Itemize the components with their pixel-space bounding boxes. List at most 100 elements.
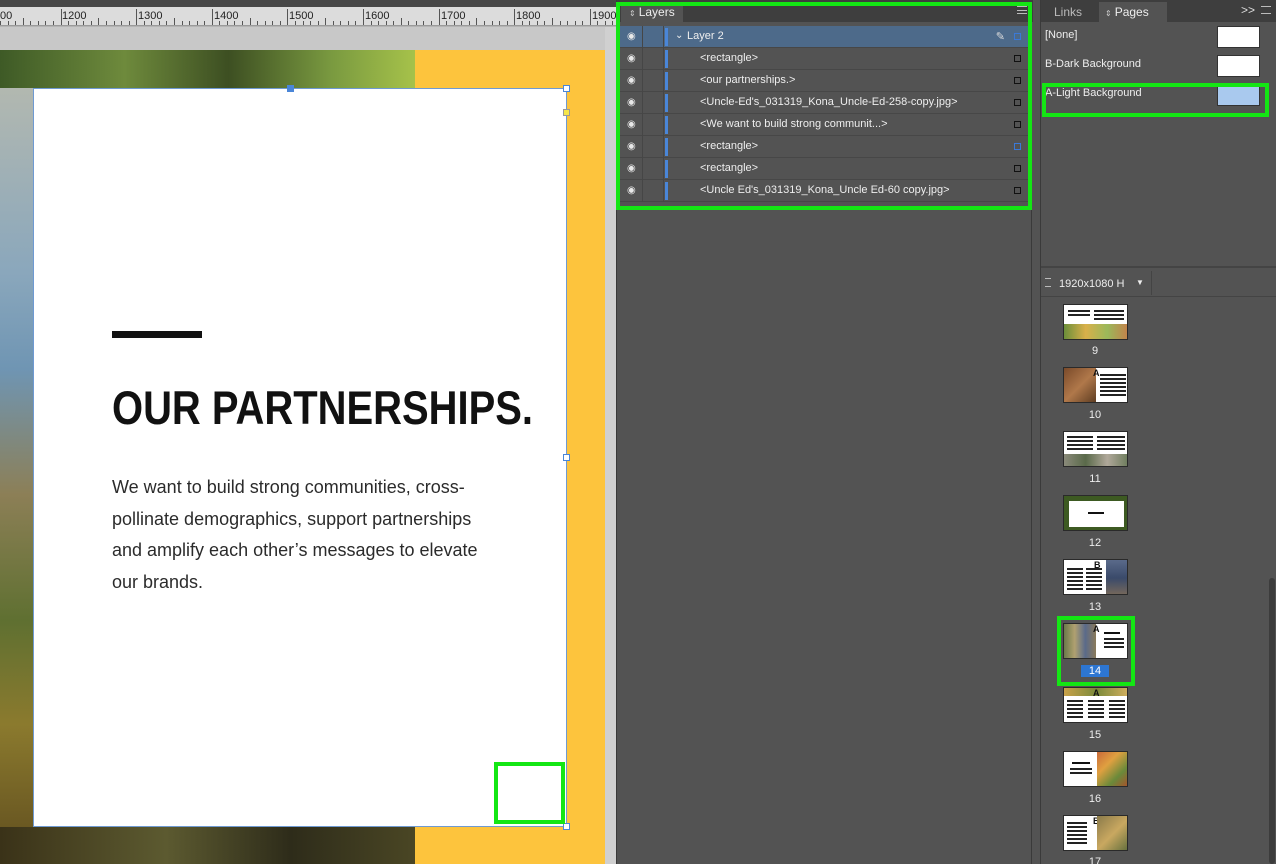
- panel-menu-icon[interactable]: [1017, 6, 1027, 14]
- ruler-tick: [325, 18, 326, 25]
- right-tab-bar: Links ⇕ Pages >>: [1041, 0, 1276, 22]
- page-thumbnail-12[interactable]: [1063, 495, 1128, 531]
- ruler-tick: [484, 21, 485, 25]
- ruler-tick: [355, 21, 356, 25]
- selection-handle[interactable]: [563, 823, 570, 830]
- ruler-tick: [189, 21, 190, 25]
- selection-square-icon[interactable]: [1014, 77, 1021, 84]
- ruler-tick: [492, 21, 493, 25]
- ruler-tick: [469, 21, 470, 25]
- master-letter: A: [1093, 688, 1100, 698]
- selection-handle[interactable]: [287, 85, 294, 92]
- layer-row[interactable]: ◉ <Uncle Ed's_031319_Kona_Uncle Ed-60 co…: [619, 180, 1029, 202]
- page-size-label[interactable]: 1920x1080 H: [1059, 278, 1124, 290]
- selection-handle[interactable]: [563, 454, 570, 461]
- selection-square-icon[interactable]: [1014, 143, 1021, 150]
- eye-icon[interactable]: ◉: [627, 76, 639, 86]
- master-none[interactable]: [None]: [1041, 26, 1276, 52]
- ruler-tick: [340, 21, 341, 25]
- ruler-tick: [182, 21, 183, 25]
- ruler-tick: [605, 21, 606, 25]
- chevron-down-icon[interactable]: ▼: [1136, 278, 1144, 287]
- eye-icon[interactable]: ◉: [627, 32, 639, 42]
- master-thumbnail[interactable]: [1217, 84, 1260, 106]
- tab-layers-label: Layers: [638, 5, 675, 19]
- ruler-tick: [476, 18, 477, 25]
- ruler-tick: [159, 21, 160, 25]
- tab-sort-icon: ⇕: [629, 9, 636, 18]
- canvas-edge: [605, 27, 616, 864]
- layer-row[interactable]: ◉ <rectangle>: [619, 158, 1029, 180]
- ruler-tick: [265, 21, 266, 25]
- master-a-light-background[interactable]: A-Light Background: [1041, 84, 1276, 110]
- layer-row[interactable]: ◉ <our partnerships.>: [619, 70, 1029, 92]
- ruler-tick: [106, 21, 107, 25]
- headline-text[interactable]: OUR PARTNERSHIPS.: [112, 380, 533, 435]
- tab-links[interactable]: Links: [1047, 2, 1099, 22]
- document-canvas[interactable]: 00 1200 1300 1400 1500 1600 1700 1800 19…: [0, 0, 616, 864]
- column-divider: [663, 26, 664, 48]
- selection-square-icon[interactable]: [1014, 55, 1021, 62]
- ruler-tick: [560, 21, 561, 25]
- eye-icon[interactable]: ◉: [627, 142, 639, 152]
- page-thumbnail-16[interactable]: [1063, 751, 1128, 787]
- pages-scrollbar[interactable]: [1269, 298, 1275, 864]
- layer-color-swatch: [665, 182, 668, 200]
- ruler-tick: [15, 21, 16, 25]
- chevron-down-icon[interactable]: ⌄: [675, 30, 683, 41]
- layer-row[interactable]: ◉ <Uncle-Ed's_031319_Kona_Uncle-Ed-258-c…: [619, 92, 1029, 114]
- eye-icon[interactable]: ◉: [627, 98, 639, 108]
- ruler-tick: [219, 21, 220, 25]
- eye-icon[interactable]: ◉: [627, 120, 639, 130]
- body-text[interactable]: We want to build strong communities, cro…: [112, 472, 492, 599]
- photo-foliage-top[interactable]: [0, 50, 415, 90]
- eye-icon[interactable]: ◉: [627, 186, 639, 196]
- ruler-tick: [129, 21, 130, 25]
- page-thumbnail-10[interactable]: A: [1063, 367, 1128, 403]
- ruler-tick: [166, 21, 167, 25]
- ruler-tick: [408, 21, 409, 25]
- photo-person-left[interactable]: [0, 88, 34, 828]
- page-thumbnail-15[interactable]: A: [1063, 687, 1128, 723]
- page-thumbnail-9[interactable]: [1063, 304, 1128, 340]
- photo-foliage-bottom[interactable]: [0, 827, 415, 864]
- white-content-rectangle[interactable]: [33, 85, 570, 830]
- layer-row[interactable]: ◉ <rectangle>: [619, 48, 1029, 70]
- ruler-tick: [280, 21, 281, 25]
- panel-divider[interactable]: [1041, 266, 1276, 268]
- headline-accent-bar[interactable]: [112, 331, 202, 338]
- page-thumbnail-13[interactable]: B: [1063, 559, 1128, 595]
- panel-menu-icon[interactable]: [1261, 6, 1271, 14]
- selection-handle[interactable]: [563, 85, 570, 92]
- master-thumbnail[interactable]: [1217, 26, 1260, 48]
- scrollbar-thumb[interactable]: [1269, 578, 1275, 864]
- master-thumbnail[interactable]: [1217, 55, 1260, 77]
- eye-icon[interactable]: ◉: [627, 54, 639, 64]
- tab-sort-icon: ⇕: [1105, 9, 1112, 18]
- ruler-tick: [30, 21, 31, 25]
- tab-pages[interactable]: ⇕ Pages: [1099, 2, 1167, 22]
- selection-square-icon[interactable]: [1014, 165, 1021, 172]
- page-thumbnail-14[interactable]: A: [1063, 623, 1128, 659]
- master-b-dark-background[interactable]: B-Dark Background: [1041, 55, 1276, 81]
- layer-row[interactable]: ◉ <rectangle>: [619, 136, 1029, 158]
- page-thumbnail-17[interactable]: B: [1063, 815, 1128, 851]
- selection-square-icon[interactable]: [1014, 121, 1021, 128]
- layers-panel: ⇕ Layers ◉ ⌄ Layer 2 ✎ ◉ <rectangle> ◉ <o…: [616, 0, 1033, 864]
- selection-square-icon[interactable]: [1014, 187, 1021, 194]
- ruler-tick: [348, 21, 349, 25]
- corner-options-handle[interactable]: [563, 109, 570, 116]
- selection-square-icon[interactable]: [1014, 99, 1021, 106]
- empty-rectangle-frame[interactable]: [494, 762, 565, 824]
- layer-row[interactable]: ◉ <We want to build strong communit...>: [619, 114, 1029, 136]
- column-divider: [642, 114, 643, 136]
- eye-icon[interactable]: ◉: [627, 164, 639, 174]
- tab-layers[interactable]: ⇕ Layers: [621, 2, 683, 22]
- page-number-selected: 14: [1081, 665, 1109, 677]
- layer-color-swatch: [665, 116, 668, 134]
- selection-square-icon[interactable]: [1014, 33, 1021, 40]
- collapse-panels-icon[interactable]: >>: [1241, 3, 1255, 17]
- layer-row-layer-2[interactable]: ◉ ⌄ Layer 2 ✎: [619, 26, 1029, 48]
- page-thumbnail-11[interactable]: [1063, 431, 1128, 467]
- ruler-tick: [514, 9, 515, 25]
